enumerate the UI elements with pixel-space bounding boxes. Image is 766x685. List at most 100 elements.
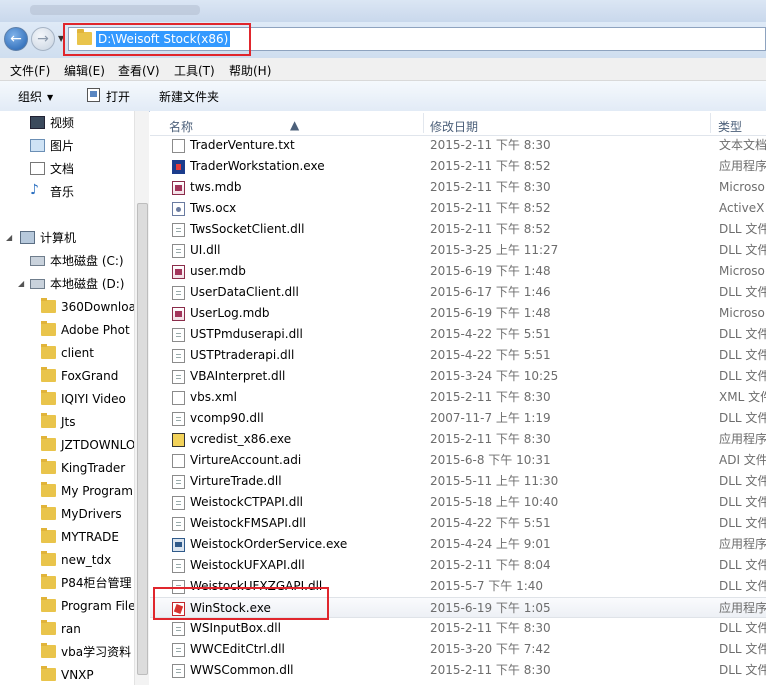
file-row[interactable]: TraderVenture.txt 2015-2-11 下午 8:30 文本文档 — [150, 135, 766, 156]
column-divider[interactable] — [423, 113, 424, 133]
file-date: 2015-4-22 下午 5:51 — [430, 327, 551, 341]
column-name[interactable]: 名称 — [169, 118, 193, 135]
sort-up-icon: ▲ — [290, 118, 300, 132]
file-name: VirtureAccount.adi — [190, 453, 302, 467]
blurred-title — [30, 5, 200, 15]
file-name: vbs.xml — [190, 390, 237, 404]
nav-scrollbar-thumb[interactable] — [137, 203, 148, 675]
file-row[interactable]: WeistockUFXAPI.dll 2015-2-11 下午 8:04 DLL 文… — [150, 555, 766, 576]
column-date[interactable]: 修改日期 — [430, 118, 478, 135]
nav-label: MyDrivers — [61, 507, 122, 521]
folder-icon — [41, 597, 56, 612]
expand-arrow-icon: ◢ — [6, 233, 13, 242]
file-type: DLL 文件 — [719, 348, 766, 362]
file-date: 2015-4-22 下午 5:51 — [430, 516, 551, 530]
menu-file[interactable]: 文件(F) — [10, 62, 50, 79]
file-date: 2015-2-11 下午 8:30 — [430, 180, 551, 194]
file-type: DLL 文件 — [719, 369, 766, 383]
file-date: 2015-6-8 下午 10:31 — [430, 453, 551, 467]
file-row[interactable]: VirtureAccount.adi 2015-6-8 下午 10:31 ADI 文… — [150, 450, 766, 471]
back-button[interactable]: ← — [4, 27, 28, 51]
file-row[interactable]: WeistockFMSAPI.dll 2015-4-22 下午 5:51 DLL 文… — [150, 513, 766, 534]
file-name: user.mdb — [190, 264, 246, 278]
file-row[interactable]: WSInputBox.dll 2015-2-11 下午 8:30 DLL 文件 — [150, 618, 766, 639]
file-name: tws.mdb — [190, 180, 242, 194]
computer-icon — [20, 231, 35, 244]
file-row[interactable]: UserDataClient.dll 2015-6-17 下午 1:46 DLL 文… — [150, 282, 766, 303]
file-name: TraderVenture.txt — [190, 138, 295, 152]
file-type: Microso — [719, 306, 765, 320]
file-row[interactable]: WWCEditCtrl.dll 2015-3-20 下午 7:42 DLL 文件 — [150, 639, 766, 660]
nav-label: P84柜台管理 — [61, 576, 132, 590]
dll-file-icon — [172, 286, 185, 300]
file-row[interactable]: vcredist_x86.exe 2015-2-11 下午 8:30 应用程序 — [150, 429, 766, 450]
file-row[interactable]: VBAInterpret.dll 2015-3-24 下午 10:25 DLL 文件 — [150, 366, 766, 387]
folder-icon — [41, 367, 56, 382]
nav-label: 音乐 — [50, 185, 75, 199]
folder-icon — [41, 666, 56, 681]
file-row[interactable]: UserLog.mdb 2015-6-19 下午 1:48 Microso — [150, 303, 766, 324]
exe-ws-file-icon — [172, 160, 185, 174]
file-row[interactable]: vbs.xml 2015-2-11 下午 8:30 XML 文件 — [150, 387, 766, 408]
file-row[interactable]: USTPtraderapi.dll 2015-4-22 下午 5:51 DLL 文件 — [150, 345, 766, 366]
file-date: 2015-3-24 下午 10:25 — [430, 369, 559, 383]
organize-button[interactable]: 组织 ▼ — [18, 88, 53, 105]
column-type[interactable]: 类型 — [718, 118, 742, 135]
file-date: 2015-2-11 下午 8:30 — [430, 663, 551, 677]
file-row[interactable]: WeistockCTPAPI.dll 2015-5-18 上午 10:40 DLL … — [150, 492, 766, 513]
dll-file-icon — [172, 559, 185, 573]
folder-icon — [41, 620, 56, 635]
nav-label: 本地磁盘 (C:) — [50, 254, 124, 268]
menu-tools[interactable]: 工具(T) — [174, 62, 215, 79]
nav-label: 计算机 — [40, 231, 77, 245]
file-name: vcredist_x86.exe — [190, 432, 292, 446]
menu-edit[interactable]: 编辑(E) — [64, 62, 105, 79]
folder-icon — [41, 298, 56, 313]
file-row[interactable]: WeistockOrderService.exe 2015-4-24 上午 9:0… — [150, 534, 766, 555]
dll-file-icon — [172, 223, 185, 237]
nav-label: FoxGrand — [61, 369, 119, 383]
new-folder-button[interactable]: 新建文件夹 — [159, 88, 219, 105]
forward-button[interactable]: → — [31, 27, 55, 51]
file-row[interactable]: Tws.ocx 2015-2-11 下午 8:52 ActiveX 控 — [150, 198, 766, 219]
file-name: WWCEditCtrl.dll — [190, 642, 285, 656]
menu-help[interactable]: 帮助(H) — [229, 62, 271, 79]
nav-label: JZTDOWNLO — [61, 438, 136, 452]
nav-label: VNXP — [61, 668, 94, 682]
file-name: Tws.ocx — [190, 201, 237, 215]
nav-label: client — [61, 346, 94, 360]
file-row[interactable]: tws.mdb 2015-2-11 下午 8:30 Microso — [150, 177, 766, 198]
file-name: WeistockFMSAPI.dll — [190, 516, 306, 530]
file-row[interactable]: TraderWorkstation.exe 2015-2-11 下午 8:52 应用… — [150, 156, 766, 177]
file-type: DLL 文件 — [719, 411, 766, 425]
file-date: 2015-2-11 下午 8:30 — [430, 621, 551, 635]
dll-file-icon — [172, 622, 185, 636]
picture-icon — [30, 139, 45, 152]
file-row[interactable]: vcomp90.dll 2007-11-7 上午 1:19 DLL 文件 — [150, 408, 766, 429]
file-row[interactable]: VirtureTrade.dll 2015-5-11 上午 11:30 DLL 文件 — [150, 471, 766, 492]
file-row[interactable]: USTPmduserapi.dll 2015-4-22 下午 5:51 DLL 文件 — [150, 324, 766, 345]
nav-label: Jts — [61, 415, 76, 429]
folder-icon — [41, 459, 56, 474]
file-row[interactable]: UI.dll 2015-3-25 上午 11:27 DLL 文件 — [150, 240, 766, 261]
file-type: 应用程序 — [719, 601, 766, 615]
file-row[interactable]: TwsSocketClient.dll 2015-2-11 下午 8:52 DLL … — [150, 219, 766, 240]
nav-label: 本地磁盘 (D:) — [50, 277, 125, 291]
dll-file-icon — [172, 496, 185, 510]
music-note-icon: ♪ — [30, 182, 39, 198]
column-divider[interactable] — [710, 113, 711, 133]
nav-scrollbar[interactable] — [134, 111, 149, 685]
mdb-file-icon — [172, 181, 185, 195]
file-name: VirtureTrade.dll — [190, 474, 282, 488]
file-date: 2015-6-19 下午 1:05 — [430, 601, 551, 615]
nav-label: Program File — [61, 599, 136, 613]
arrow-right-icon: → — [37, 31, 49, 47]
file-row[interactable]: user.mdb 2015-6-19 下午 1:48 Microso — [150, 261, 766, 282]
file-date: 2015-5-18 上午 10:40 — [430, 495, 559, 509]
file-date: 2015-2-11 下午 8:52 — [430, 159, 551, 173]
txt-file-icon — [172, 139, 185, 153]
nav-label: ran — [61, 622, 81, 636]
file-row[interactable]: WWSCommon.dll 2015-2-11 下午 8:30 DLL 文件 — [150, 660, 766, 681]
open-button[interactable]: 打开 — [106, 88, 130, 105]
menu-view[interactable]: 查看(V) — [118, 62, 160, 79]
